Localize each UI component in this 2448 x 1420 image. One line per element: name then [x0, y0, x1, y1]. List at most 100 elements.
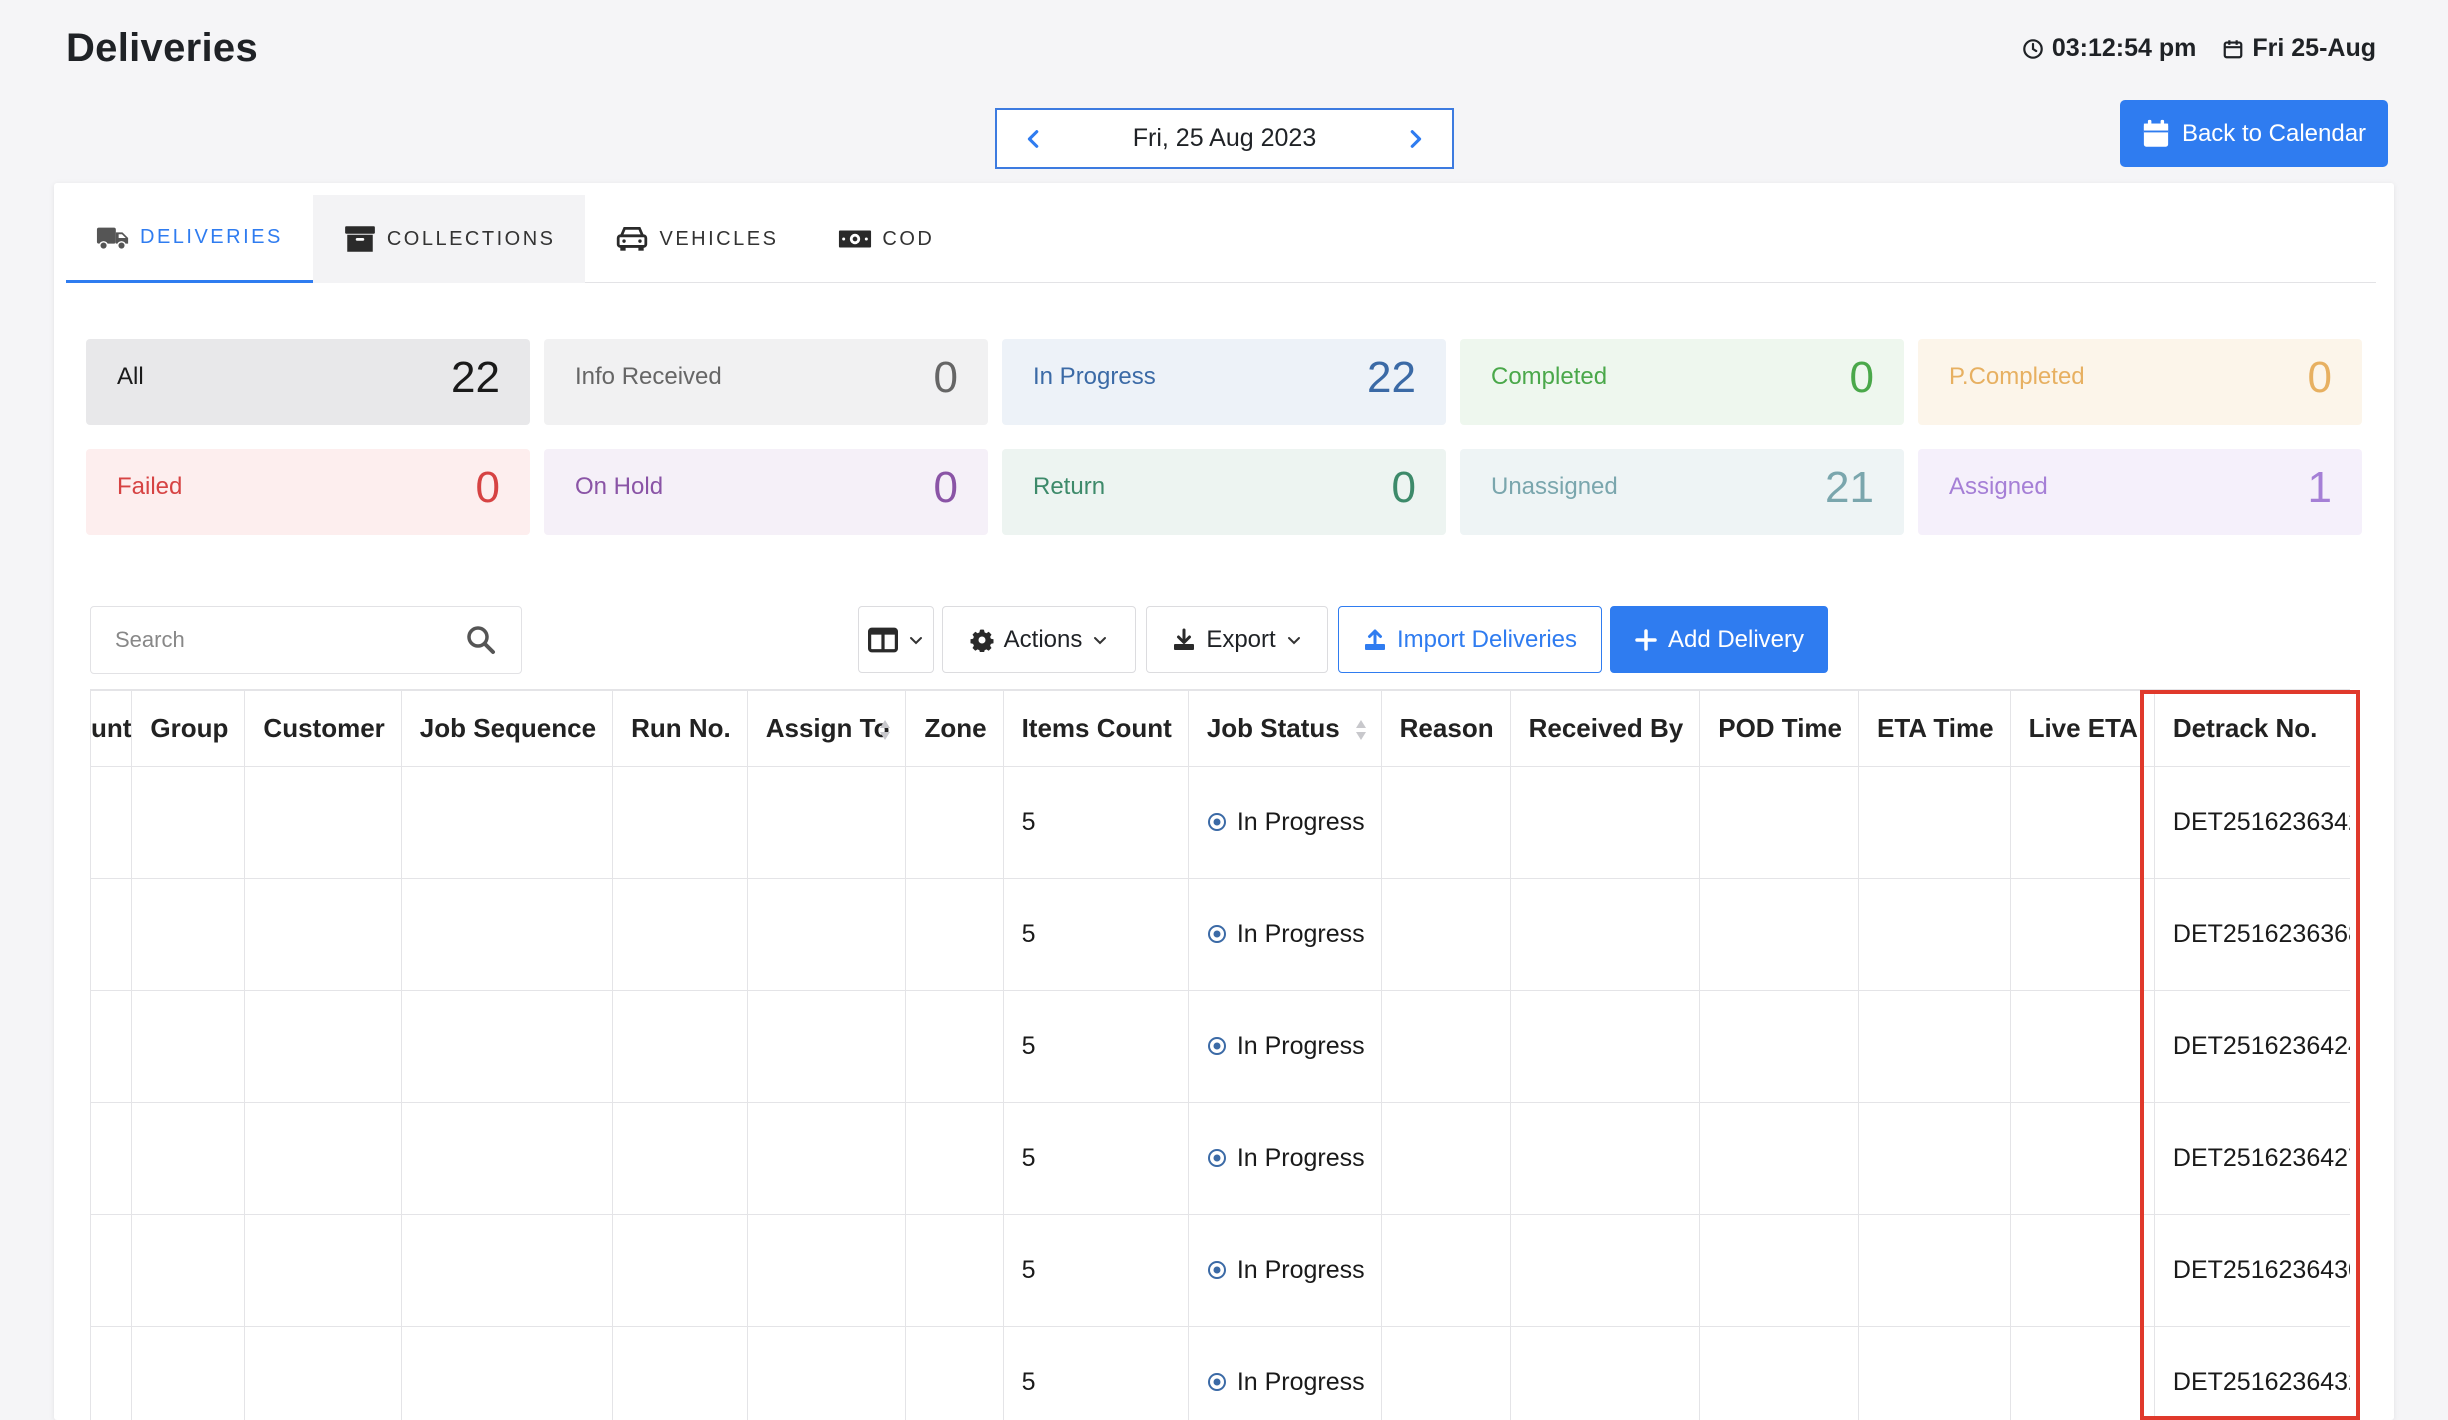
- detrack-no-cell: DET2516236342: [2153, 765, 2350, 879]
- stat-card-completed[interactable]: Completed 0: [1460, 339, 1904, 425]
- tab-deliveries[interactable]: DELIVERIES: [66, 195, 313, 283]
- column-header-label: unt: [91, 712, 132, 743]
- table-cell: [90, 765, 133, 879]
- export-button[interactable]: Export: [1146, 606, 1328, 673]
- detrack-no-cell: DET2516236432: [2153, 1325, 2350, 1420]
- search-input[interactable]: [115, 627, 465, 653]
- table-cell: [746, 1325, 907, 1420]
- search-icon[interactable]: [465, 624, 497, 656]
- column-header-pod-time[interactable]: POD Time: [1699, 689, 1860, 767]
- column-header-label: POD Time: [1718, 712, 1843, 743]
- job-status-label: In Progress: [1236, 1143, 1365, 1172]
- stat-card-in-progress[interactable]: In Progress 22: [1002, 339, 1446, 425]
- stat-card-assigned[interactable]: Assigned 1: [1918, 449, 2362, 535]
- chevron-left-icon[interactable]: [1021, 126, 1047, 152]
- job-status-cell: In Progress: [1187, 1325, 1382, 1420]
- stat-label: Info Received: [575, 363, 722, 390]
- chevron-right-icon[interactable]: [1402, 126, 1428, 152]
- table-cell: [131, 877, 246, 991]
- table-row[interactable]: 5 In Progress DET2516236427: [90, 1101, 2350, 1215]
- tab-bar: DELIVERIES COLLECTIONS VEHICLES COD: [66, 195, 2376, 283]
- chevron-down-icon: [1094, 636, 1107, 644]
- table-cell: [746, 1213, 907, 1327]
- stat-card-unassigned[interactable]: Unassigned 21: [1460, 449, 1904, 535]
- column-header-items-count[interactable]: Items Count: [1002, 689, 1189, 767]
- column-header-live-eta[interactable]: Live ETA: [2009, 689, 2155, 767]
- column-header-label: Items Count: [1021, 712, 1172, 743]
- actions-button[interactable]: Actions: [942, 606, 1136, 673]
- column-header-group[interactable]: Group: [131, 689, 246, 767]
- items-count-cell: 5: [1002, 1325, 1189, 1420]
- table-header-row: unt Group Customer Job Sequence Run No. Assig…: [90, 689, 2350, 767]
- table-cell: [90, 1213, 133, 1327]
- stat-card-p-completed[interactable]: P.Completed 0: [1918, 339, 2362, 425]
- items-count-cell: 5: [1002, 765, 1189, 879]
- stat-card-failed[interactable]: Failed 0: [86, 449, 530, 535]
- stat-count: 0: [2307, 353, 2332, 402]
- table-cell: [90, 1101, 133, 1215]
- import-deliveries-button[interactable]: Import Deliveries: [1338, 606, 1602, 673]
- status-summary: All 22 Info Received 0 In Progress 22 Complete…: [86, 339, 2362, 535]
- stat-card-info-received[interactable]: Info Received 0: [544, 339, 988, 425]
- money-icon: [839, 230, 872, 248]
- column-header-label: Group: [150, 712, 229, 743]
- stat-card-all[interactable]: All 22: [86, 339, 530, 425]
- tab-cod[interactable]: COD: [808, 195, 964, 283]
- sort-icon[interactable]: [1355, 719, 1367, 741]
- column-header-reason[interactable]: Reason: [1380, 689, 1511, 767]
- table-cell: [244, 1213, 402, 1327]
- column-header-detrack-no[interactable]: Detrack No.: [2153, 689, 2350, 767]
- sort-icon[interactable]: [879, 719, 891, 741]
- in-progress-icon: [1207, 925, 1226, 943]
- detrack-no-cell: DET2516236427: [2153, 1101, 2350, 1215]
- date-label[interactable]: Fri, 25 Aug 2023: [1133, 124, 1316, 153]
- calendar-icon: [2224, 39, 2243, 58]
- status-indicator: In Progress: [1207, 1144, 1365, 1173]
- in-progress-icon: [1207, 1037, 1226, 1055]
- table-cell: [905, 1213, 1004, 1327]
- column-header-label: Job Status: [1206, 712, 1340, 743]
- table-row[interactable]: 5 In Progress DET2516236430: [90, 1213, 2350, 1327]
- column-header-zone[interactable]: Zone: [905, 689, 1004, 767]
- date-navigator: Fri, 25 Aug 2023: [995, 108, 1454, 169]
- export-label: Export: [1206, 625, 1276, 653]
- table-cell: [244, 765, 402, 879]
- detrack-no-cell: DET2516236424: [2153, 989, 2350, 1103]
- column-header-unt[interactable]: unt: [90, 689, 133, 767]
- stat-card-return[interactable]: Return 0: [1002, 449, 1446, 535]
- table-cell: [612, 1101, 748, 1215]
- table-cell: [1509, 1101, 1701, 1215]
- column-header-received-by[interactable]: Received By: [1509, 689, 1701, 767]
- column-toggle-button[interactable]: [858, 606, 934, 673]
- stat-label: On Hold: [575, 473, 664, 500]
- table-row[interactable]: 5 In Progress DET2516236368: [90, 877, 2350, 991]
- tab-cod-label: COD: [882, 227, 935, 250]
- column-header-job-status[interactable]: Job Status: [1187, 689, 1382, 767]
- tab-vehicles[interactable]: VEHICLES: [585, 195, 808, 283]
- table-cell: [1858, 765, 2011, 879]
- add-delivery-button[interactable]: Add Delivery: [1610, 606, 1828, 673]
- stat-label: All: [117, 363, 144, 390]
- column-header-run-no[interactable]: Run No.: [612, 689, 748, 767]
- in-progress-icon: [1207, 813, 1226, 831]
- column-header-job-sequence[interactable]: Job Sequence: [400, 689, 614, 767]
- table-row[interactable]: 5 In Progress DET2516236432: [90, 1325, 2350, 1420]
- stat-card-on-hold[interactable]: On Hold 0: [544, 449, 988, 535]
- column-header-label: Detrack No.: [2172, 712, 2318, 743]
- tab-collections[interactable]: COLLECTIONS: [312, 195, 586, 283]
- column-header-label: Assign To: [765, 712, 890, 743]
- table-row[interactable]: 5 In Progress DET2516236342: [90, 765, 2350, 879]
- deliveries-panel: DELIVERIES COLLECTIONS VEHICLES COD All 2…: [54, 183, 2394, 1420]
- column-header-customer[interactable]: Customer: [244, 689, 402, 767]
- job-status-cell: In Progress: [1187, 1213, 1382, 1327]
- table-row[interactable]: 5 In Progress DET2516236424: [90, 989, 2350, 1103]
- detrack-no-cell: DET2516236368: [2153, 877, 2350, 991]
- table-cell: [1699, 765, 1860, 879]
- table-cell: [746, 1101, 907, 1215]
- back-to-calendar-button[interactable]: Back to Calendar: [2120, 100, 2388, 167]
- column-header-assign-to[interactable]: Assign To: [746, 689, 907, 767]
- table-cell: [1380, 765, 1511, 879]
- table-cell: [2009, 765, 2155, 879]
- column-header-eta-time[interactable]: ETA Time: [1858, 689, 2011, 767]
- job-status-label: In Progress: [1236, 919, 1365, 948]
